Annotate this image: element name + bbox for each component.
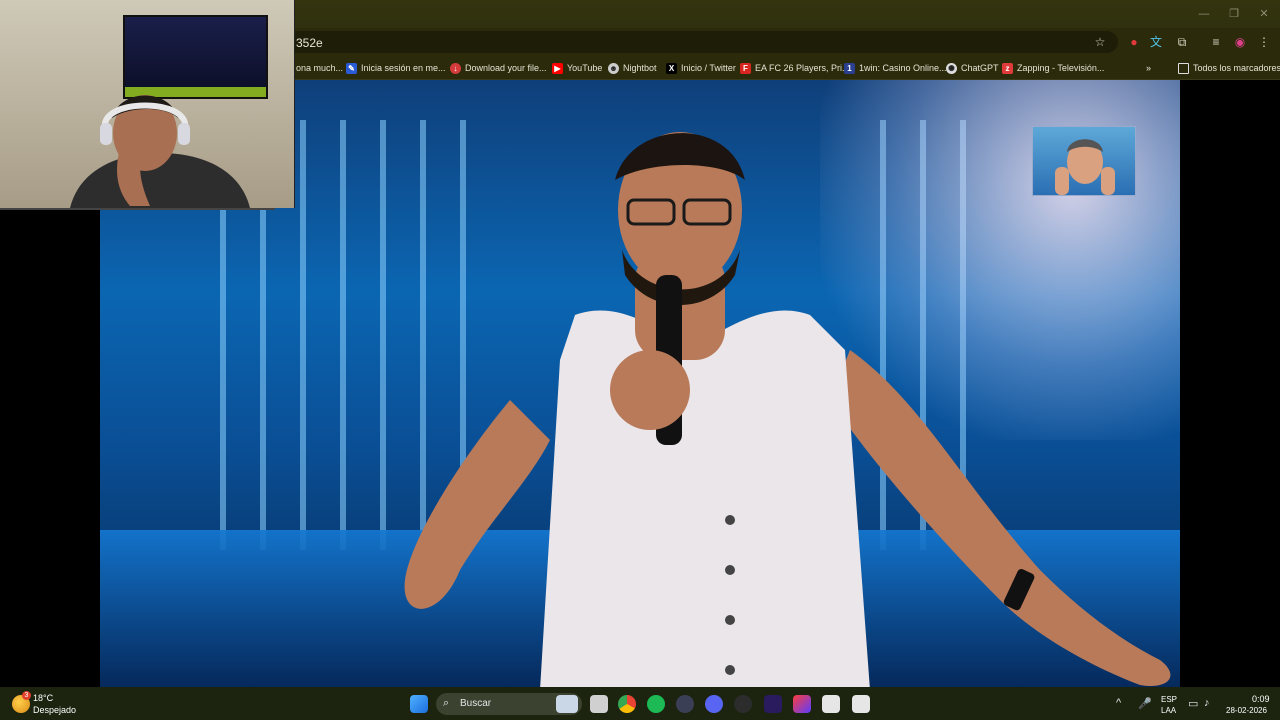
app-icon[interactable]: [676, 695, 694, 713]
app-m-icon[interactable]: [822, 695, 840, 713]
background-monitor: [123, 15, 268, 99]
bookmark-label: EA FC 26 Players, Pri...: [755, 63, 850, 73]
guest-webcam: [1032, 126, 1136, 196]
bookmark-item[interactable]: ✺ ChatGPT: [946, 60, 999, 76]
spotify-icon[interactable]: [647, 695, 665, 713]
clock-date[interactable]: 28-02-2026: [1226, 706, 1267, 715]
app-m-alt-icon[interactable]: [852, 695, 870, 713]
star-icon[interactable]: ☆: [1092, 34, 1108, 50]
webcam-border: [0, 208, 275, 210]
media-control-icon[interactable]: ≡: [1208, 34, 1224, 50]
extensions-puzzle-icon[interactable]: ⧉: [1174, 34, 1190, 50]
minimize-icon[interactable]: —: [1196, 6, 1212, 22]
download-site-icon: ↓: [450, 62, 461, 74]
youtube-icon: ▶: [552, 62, 563, 74]
zapping-icon: z: [1002, 62, 1013, 74]
clock-time[interactable]: 0:09: [1252, 694, 1270, 704]
profile-avatar-icon[interactable]: ◉: [1232, 34, 1248, 50]
bookmark-label: 1win: Casino Online...: [859, 63, 947, 73]
windows-start-icon[interactable]: [410, 695, 428, 713]
chatgpt-icon: ✺: [946, 62, 957, 74]
input-language[interactable]: ESP: [1161, 695, 1177, 704]
bookmark-label: Inicia sesión en me...: [361, 63, 446, 73]
bookmark-label: Inicio / Twitter: [681, 63, 736, 73]
casino-icon: 1: [844, 62, 855, 74]
search-icon: ⌕: [443, 697, 450, 709]
bookmark-label: Download your file...: [465, 63, 547, 73]
bookmark-item[interactable]: 1 1win: Casino Online...: [844, 60, 947, 76]
bookmark-label: ChatGPT: [961, 63, 999, 73]
chevron-up-icon[interactable]: ^: [1116, 697, 1121, 709]
input-layout[interactable]: LAA: [1161, 706, 1176, 715]
streamer-figure: [70, 95, 250, 208]
task-view-icon[interactable]: [590, 695, 608, 713]
bookmark-item[interactable]: z Zapping - Televisión...: [1002, 60, 1104, 76]
folder-icon: [1178, 62, 1189, 74]
all-bookmarks-folder[interactable]: Todos los marcadores: [1178, 60, 1280, 76]
search-placeholder: Buscar: [460, 698, 492, 709]
bookmark-item[interactable]: ↓ Download your file...: [450, 60, 547, 76]
weather-temperature[interactable]: 18°C: [33, 693, 53, 703]
discord-icon[interactable]: [705, 695, 723, 713]
bookmark-item[interactable]: X Inicio / Twitter: [666, 60, 736, 76]
menu-kebab-icon[interactable]: ⋮: [1256, 34, 1272, 50]
bookmark-item[interactable]: ✎ Inicia sesión en me...: [346, 60, 446, 76]
address-bar-url[interactable]: 352e: [296, 36, 323, 50]
bookmark-label: ona much...: [296, 63, 344, 73]
creative-cloud-icon[interactable]: [793, 695, 811, 713]
windows-taskbar: [0, 687, 1280, 720]
bookmark-item[interactable]: ☻ Nightbot: [608, 60, 657, 76]
bookmark-label: YouTube: [567, 63, 603, 73]
extension-red-icon[interactable]: ●: [1126, 34, 1142, 50]
obs-icon[interactable]: [734, 695, 752, 713]
address-bar[interactable]: [280, 31, 1118, 53]
search-highlight-icon: [556, 695, 578, 713]
futbin-icon: F: [740, 62, 751, 74]
network-icon[interactable]: ▭: [1188, 697, 1198, 710]
extension-translate-icon[interactable]: 文: [1148, 34, 1164, 50]
nightbot-icon: ☻: [608, 62, 619, 74]
x-twitter-icon: X: [666, 62, 677, 74]
close-icon[interactable]: ✕: [1256, 6, 1272, 22]
maximize-icon[interactable]: ❐: [1226, 6, 1242, 22]
bookmarks-overflow-chevron-icon[interactable]: »: [1146, 60, 1151, 76]
bookmark-label: Zapping - Televisión...: [1017, 63, 1105, 73]
all-bookmarks-label: Todos los marcadores: [1193, 63, 1280, 73]
microphone-icon[interactable]: 🎤: [1138, 697, 1152, 710]
bookmark-label: Nightbot: [623, 63, 657, 73]
bookmark-item[interactable]: F EA FC 26 Players, Pri...: [740, 60, 850, 76]
bookmark-item[interactable]: ▶ YouTube: [552, 60, 602, 76]
premiere-icon[interactable]: [764, 695, 782, 713]
bookmark-item[interactable]: ona much...: [296, 60, 343, 76]
desktop-screen: — ❐ ✕ 352e ☆ ● 文 ⧉ ≡ ◉ ⋮ ona much... ✎ I…: [0, 0, 1280, 720]
weather-badge: 3: [22, 691, 31, 700]
chrome-icon[interactable]: [618, 695, 636, 713]
streamer-webcam: [0, 0, 295, 208]
site-icon: ✎: [346, 62, 357, 74]
volume-icon[interactable]: ♪: [1204, 697, 1210, 709]
weather-description[interactable]: Despejado: [33, 705, 76, 715]
